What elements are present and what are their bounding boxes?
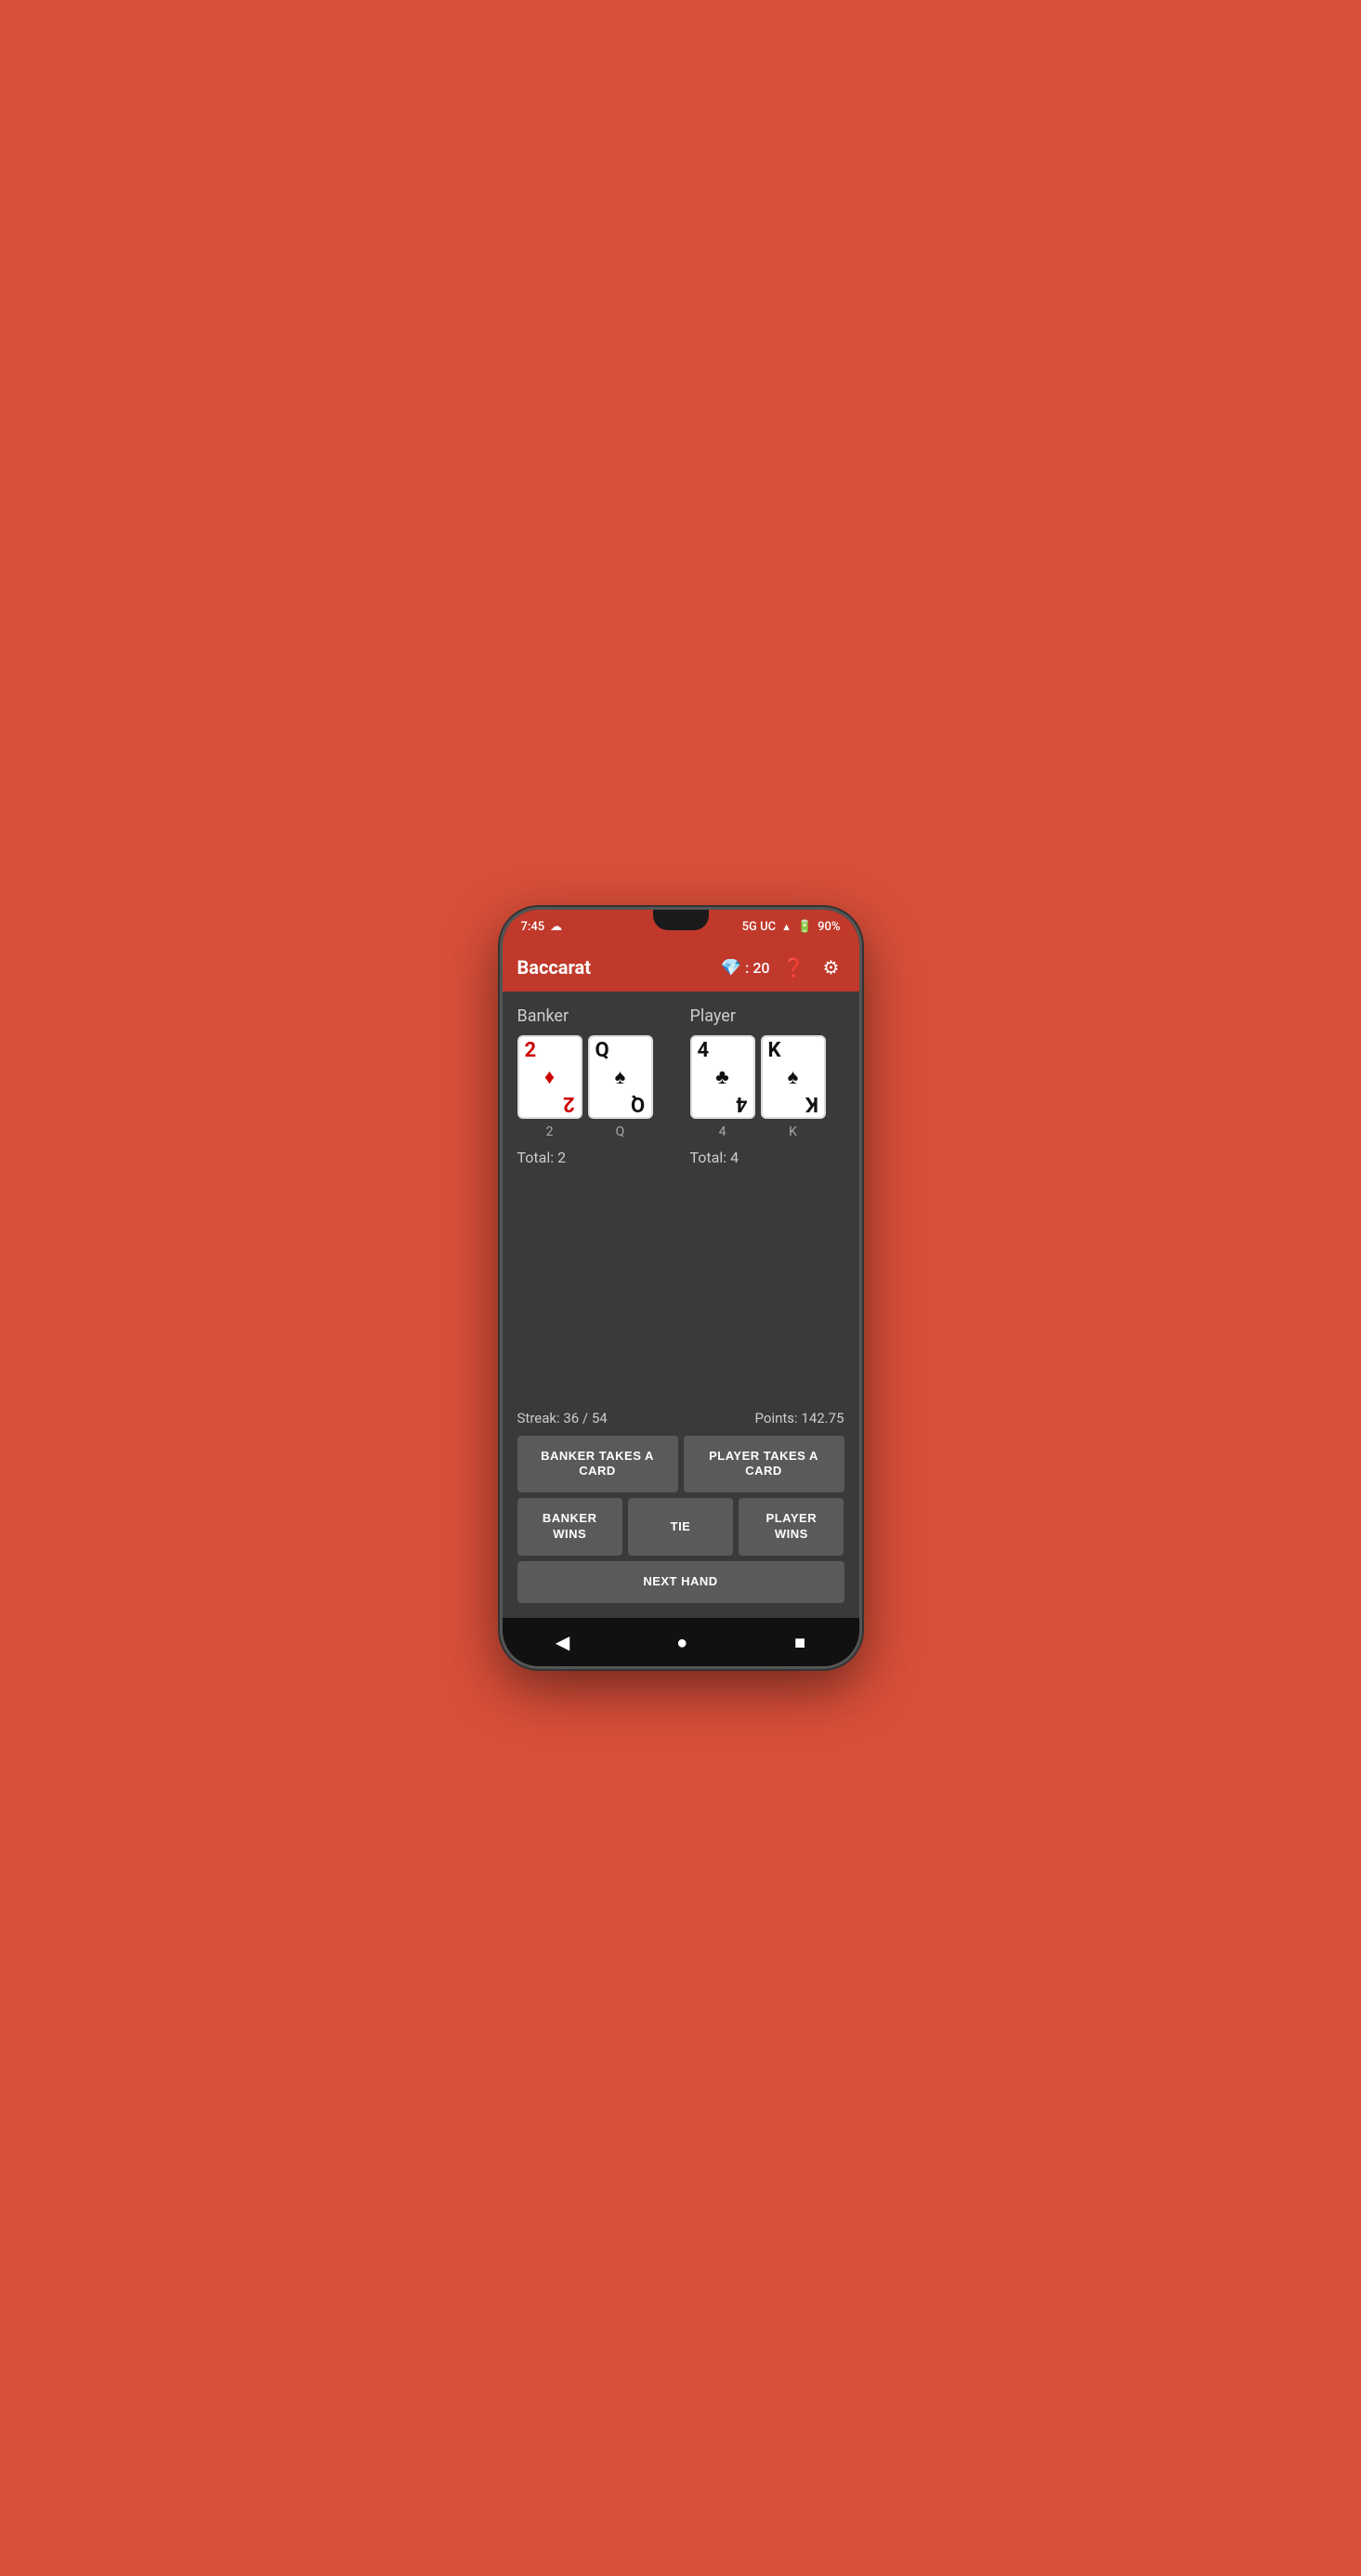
- player-card-2-value-top: K: [768, 1041, 818, 1061]
- app-title: Baccarat: [517, 956, 591, 979]
- battery-level: 90%: [818, 920, 840, 934]
- player-card-2-label: K: [761, 1124, 826, 1139]
- banker-card-2-suit: ♠: [595, 1065, 646, 1089]
- main-content: Banker 2 ♦ 2 Q ♠ Q 2: [503, 992, 859, 1618]
- time-display: 7:45: [521, 920, 545, 934]
- stats-row: Streak: 36 / 54 Points: 142.75: [517, 1410, 844, 1426]
- banker-card-1-value-top: 2: [525, 1041, 575, 1061]
- player-label: Player: [690, 1006, 844, 1026]
- player-wins-button[interactable]: PLAYER WINS: [739, 1498, 844, 1556]
- help-button[interactable]: ❓: [781, 954, 807, 980]
- next-hand-row: NEXT HAND: [517, 1561, 844, 1603]
- app-bar: Baccarat 💎 : 20 ❓ ⚙: [503, 943, 859, 992]
- status-bar-left: 7:45: [521, 920, 563, 934]
- banker-total: Total: 2: [517, 1149, 672, 1166]
- player-card-2-suit: ♠: [768, 1065, 818, 1089]
- status-bar-right: 5G UC 🔋 90%: [742, 920, 841, 934]
- help-icon: ❓: [782, 956, 805, 979]
- action-buttons: BANKER TAKES A CARD PLAYER TAKES A CARD …: [517, 1436, 844, 1603]
- recent-nav-button[interactable]: ■: [794, 1631, 805, 1654]
- signal-icon: [781, 920, 792, 934]
- banker-cards-row: 2 ♦ 2 Q ♠ Q: [517, 1035, 672, 1119]
- player-card-1: 4 ♣ 4: [690, 1035, 755, 1119]
- network-label: 5G UC: [742, 920, 776, 934]
- player-takes-card-button[interactable]: PLAYER TAKES A CARD: [684, 1436, 844, 1493]
- game-area: Banker 2 ♦ 2 Q ♠ Q 2: [517, 1006, 844, 1166]
- gem-score: 💎 : 20: [721, 958, 770, 978]
- gem-icon: 💎: [721, 958, 741, 978]
- player-card-1-label: 4: [690, 1124, 755, 1139]
- banker-card-1: 2 ♦ 2: [517, 1035, 582, 1119]
- banker-takes-card-button[interactable]: BANKER TAKES A CARD: [517, 1436, 678, 1493]
- settings-icon: ⚙: [823, 956, 840, 979]
- banker-hand: Banker 2 ♦ 2 Q ♠ Q 2: [517, 1006, 672, 1166]
- player-card-1-suit: ♣: [698, 1065, 748, 1089]
- notch: [653, 910, 709, 930]
- win-row: BANKER WINS TIE PLAYER WINS: [517, 1498, 844, 1556]
- home-nav-button[interactable]: ●: [676, 1631, 687, 1654]
- next-hand-button[interactable]: NEXT HAND: [517, 1561, 844, 1603]
- player-card-2-value-bottom: K: [805, 1093, 818, 1113]
- battery-icon: 🔋: [797, 920, 812, 934]
- cloud-icon: [550, 920, 562, 934]
- banker-card-1-value-bottom: 2: [563, 1093, 575, 1113]
- banker-card-labels: 2 Q: [517, 1124, 672, 1139]
- back-nav-button[interactable]: ◀: [556, 1631, 569, 1653]
- status-bar: 7:45 5G UC 🔋 90%: [503, 910, 859, 943]
- phone-frame: 7:45 5G UC 🔋 90% Baccarat 💎 : 20 ❓ ⚙: [500, 907, 862, 1669]
- player-card-2: K ♠ K: [761, 1035, 826, 1119]
- player-total: Total: 4: [690, 1149, 844, 1166]
- banker-card-2-label: Q: [588, 1124, 653, 1139]
- banker-card-1-suit: ♦: [525, 1065, 575, 1089]
- take-card-row: BANKER TAKES A CARD PLAYER TAKES A CARD: [517, 1436, 844, 1493]
- player-card-1-value-top: 4: [698, 1041, 748, 1061]
- app-bar-right: 💎 : 20 ❓ ⚙: [721, 954, 844, 980]
- gem-value: 20: [752, 959, 769, 977]
- colon-label: :: [745, 959, 749, 977]
- spacer: [517, 1181, 844, 1410]
- settings-button[interactable]: ⚙: [818, 954, 844, 980]
- banker-card-2-value-top: Q: [595, 1041, 646, 1061]
- banker-card-2-value-bottom: Q: [631, 1093, 645, 1113]
- tie-button[interactable]: TIE: [628, 1498, 733, 1556]
- player-hand: Player 4 ♣ 4 K ♠ K 4: [690, 1006, 844, 1166]
- banker-label: Banker: [517, 1006, 672, 1026]
- player-card-labels: 4 K: [690, 1124, 844, 1139]
- player-card-1-value-bottom: 4: [736, 1093, 748, 1113]
- nav-bar: ◀ ● ■: [503, 1618, 859, 1666]
- points-stat: Points: 142.75: [755, 1410, 844, 1426]
- player-cards-row: 4 ♣ 4 K ♠ K: [690, 1035, 844, 1119]
- banker-card-1-label: 2: [517, 1124, 582, 1139]
- banker-card-2: Q ♠ Q: [588, 1035, 653, 1119]
- streak-stat: Streak: 36 / 54: [517, 1410, 608, 1426]
- banker-wins-button[interactable]: BANKER WINS: [517, 1498, 622, 1556]
